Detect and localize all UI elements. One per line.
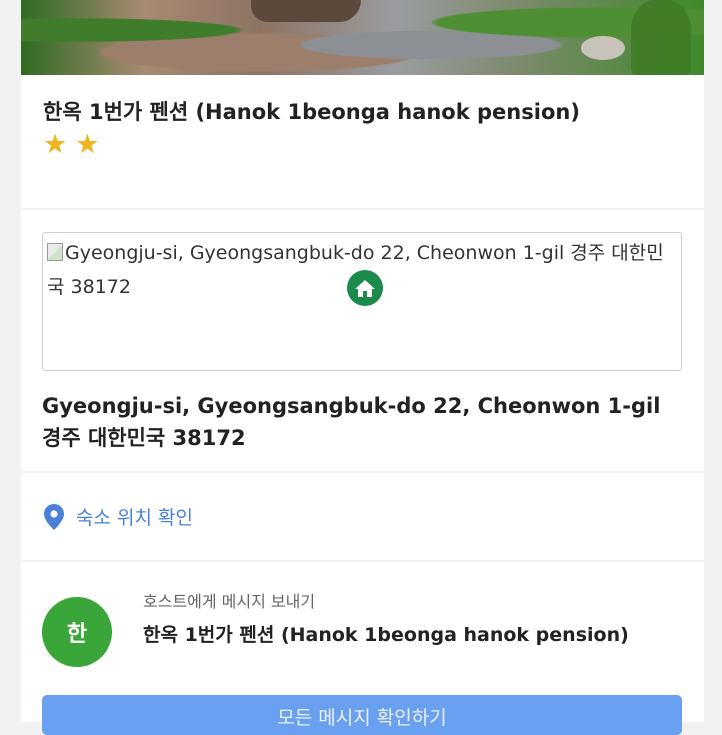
photo-rock <box>251 0 361 22</box>
star-icon: ★ <box>75 129 100 160</box>
location-card: 숙소 위치 확인 <box>21 473 704 560</box>
host-card: 한 호스트에게 메시지 보내기 한옥 1번가 펜션 (Hanok 1beonga… <box>21 562 704 735</box>
view-location-link[interactable]: 숙소 위치 확인 <box>44 503 193 530</box>
listing-header-card: 한옥 1번가 펜션 (Hanok 1beonga hanok pension) … <box>21 75 704 208</box>
photo-rock <box>581 36 625 60</box>
address-text: Gyeongju-si, Gyeongsangbuk-do 22, Cheonw… <box>42 394 661 450</box>
photo-shrub <box>631 0 691 75</box>
message-host-label[interactable]: 호스트에게 메시지 보내기 <box>143 588 315 612</box>
view-all-messages-button[interactable]: 모든 메시지 확인하기 <box>42 695 682 735</box>
star-rating: ★ ★ <box>43 131 99 159</box>
listing-photo <box>21 0 704 75</box>
address-card: Gyeongju-si, Gyeongsangbuk-do 22, Cheonw… <box>21 210 704 471</box>
star-icon: ★ <box>43 129 68 160</box>
location-pin-icon <box>44 503 64 530</box>
host-name[interactable]: 한옥 1번가 펜션 (Hanok 1beonga hanok pension) <box>143 620 629 647</box>
map-image[interactable]: Gyeongju-si, Gyeongsangbuk-do 22, Cheonw… <box>42 232 682 371</box>
home-map-pin-icon <box>344 266 386 319</box>
host-avatar[interactable]: 한 <box>42 597 112 667</box>
broken-image-icon <box>47 243 63 261</box>
listing-title: 한옥 1번가 펜션 (Hanok 1beonga hanok pension) <box>43 100 580 124</box>
view-location-label: 숙소 위치 확인 <box>76 507 193 529</box>
